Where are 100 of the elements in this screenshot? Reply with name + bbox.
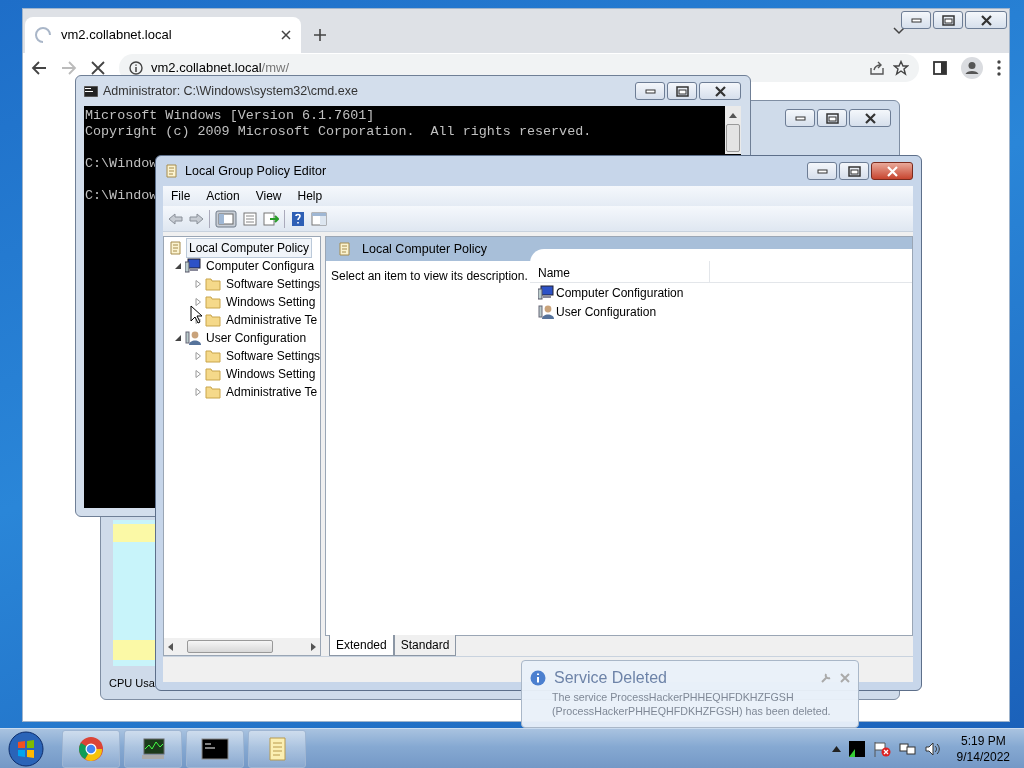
maximize-icon [674, 84, 690, 98]
url-text: vm2.collabnet.local/mw/ [151, 59, 290, 78]
profile-avatar-icon[interactable] [961, 57, 983, 79]
folder-icon [205, 312, 221, 328]
notification-message: The service ProcessHackerPHHEQHFDKHZFGSH (ProcessHackerPHHEQHFDKHZFGSH) has been deleted. [551, 690, 832, 718]
clock-time[interactable]: 5:19 PM [956, 732, 1010, 749]
maximize-button[interactable] [839, 162, 869, 180]
minimize-icon [910, 17, 922, 23]
scroll-up-icon[interactable] [729, 112, 737, 118]
menu-item[interactable]: Action [198, 187, 248, 205]
close-icon [712, 84, 728, 98]
tree-item[interactable]: User Configuration [204, 329, 309, 347]
tree-item[interactable]: Windows Setting [224, 365, 318, 383]
view-tab[interactable]: Standard [393, 635, 457, 656]
close-button[interactable] [871, 162, 913, 180]
tab-title: vm2.collabnet.local [61, 26, 173, 45]
maximize-icon [940, 13, 956, 27]
tree-item[interactable]: Computer Configura [204, 257, 317, 275]
user-icon [538, 303, 554, 320]
menu-item[interactable]: File [163, 187, 199, 205]
info-icon [530, 670, 546, 686]
new-tab-icon[interactable] [313, 28, 327, 42]
clock-date[interactable]: 9/14/2022 [956, 748, 1010, 765]
policy-icon [167, 240, 183, 256]
close-icon [884, 164, 900, 178]
minimize-icon [816, 168, 828, 174]
column-header[interactable]: Name [530, 261, 710, 282]
view-tab[interactable]: Extended [329, 635, 394, 656]
maximize-icon [846, 164, 862, 178]
tree-item[interactable]: Local Computer Policy [186, 238, 313, 258]
tree-item[interactable]: Software Settings [224, 347, 323, 365]
collapsed-arrow-icon[interactable] [194, 316, 202, 324]
minimize-button[interactable] [807, 162, 837, 180]
console-line: C:\Window [85, 156, 158, 172]
scroll-icon [163, 163, 179, 179]
list-item[interactable]: User Configuration [530, 302, 912, 321]
minimize-button[interactable] [785, 109, 815, 127]
back-arrow-icon[interactable] [31, 60, 47, 76]
tab-search-chevron-icon[interactable] [893, 27, 905, 35]
help-icon[interactable] [290, 210, 306, 227]
folder-icon [205, 276, 221, 292]
menu-item[interactable]: Help [289, 187, 331, 205]
folder-icon [205, 294, 221, 310]
minimize-icon [644, 88, 656, 94]
computer-icon [538, 284, 554, 301]
close-icon[interactable] [281, 30, 291, 40]
folder-icon [205, 384, 221, 400]
show-hidden-icons-icon[interactable] [831, 745, 841, 752]
taskbar-button[interactable] [186, 729, 244, 768]
close-icon [862, 111, 878, 125]
star-icon[interactable] [893, 60, 909, 76]
action-pane-toggle-icon[interactable] [311, 210, 327, 227]
close-button[interactable] [699, 82, 741, 100]
maximize-button[interactable] [933, 11, 963, 29]
maximize-icon [824, 111, 840, 125]
share-icon[interactable] [869, 60, 885, 76]
volume-icon[interactable] [924, 740, 941, 757]
network-icon[interactable] [898, 740, 917, 757]
menu-item[interactable]: View [247, 187, 290, 205]
description-text: Select an item to view its description. [330, 268, 529, 285]
side-panel-icon[interactable] [933, 61, 947, 75]
scrollbar[interactable] [725, 106, 741, 154]
close-button[interactable] [965, 11, 1007, 29]
console-tree-toggle-icon[interactable] [215, 209, 237, 228]
console-icon [84, 85, 98, 97]
scroll-left-icon[interactable] [168, 642, 173, 651]
start-orb-icon[interactable] [6, 729, 46, 768]
stop-icon[interactable] [91, 61, 105, 75]
app-tray-icon[interactable] [848, 740, 865, 757]
close-icon [978, 13, 994, 27]
console-line: C:\Window [85, 188, 158, 204]
menu-icon[interactable] [997, 60, 1001, 76]
folder-icon [205, 348, 221, 364]
folder-icon [205, 366, 221, 382]
pane-title: Local Computer Policy [362, 240, 488, 258]
computer-icon [185, 258, 201, 274]
flag-error-icon[interactable] [872, 740, 891, 757]
export-list-icon[interactable] [263, 210, 279, 227]
status-text: CPU Usa [109, 676, 155, 691]
taskbar-button[interactable] [124, 729, 182, 768]
browser-tab[interactable]: vm2.collabnet.local [25, 17, 301, 53]
tree-item[interactable]: Windows Setting [224, 293, 318, 311]
window-title: Administrator: C:\Windows\system32\cmd.exe [103, 82, 359, 100]
horizontal-scrollbar[interactable] [164, 638, 320, 655]
minimize-button[interactable] [635, 82, 665, 100]
expanded-arrow-icon[interactable] [174, 334, 182, 342]
maximize-button[interactable] [667, 82, 697, 100]
list-item[interactable]: Computer Configuration [530, 283, 912, 302]
maximize-button[interactable] [817, 109, 847, 127]
scroll-thumb[interactable] [726, 124, 740, 152]
minimize-icon [794, 115, 806, 121]
expanded-arrow-icon[interactable] [174, 262, 182, 270]
close-button[interactable] [849, 109, 891, 127]
tree-item[interactable]: Administrative Te [224, 383, 320, 401]
tree-item[interactable]: Software Settings [224, 275, 323, 293]
scroll-right-icon[interactable] [311, 642, 316, 651]
minimize-button[interactable] [901, 11, 931, 29]
tree-item[interactable]: Administrative Te [224, 311, 320, 329]
scroll-icon [336, 241, 352, 257]
browser-icon [77, 734, 105, 763]
